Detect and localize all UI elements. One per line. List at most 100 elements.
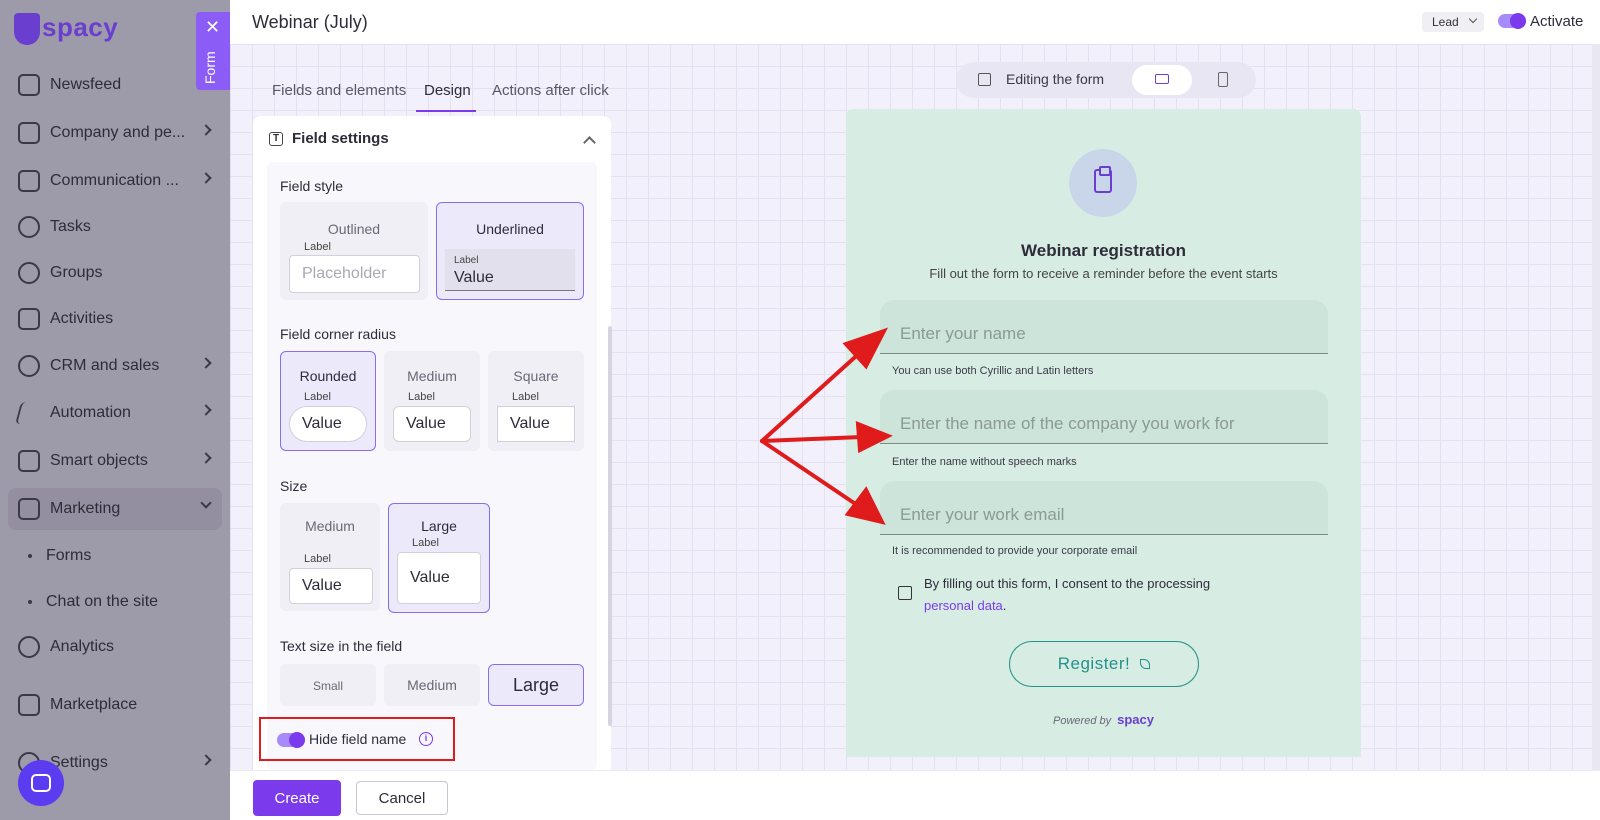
sidebar-item-activities[interactable]: Activities bbox=[18, 304, 218, 334]
option-rounded[interactable]: Rounded Label Value bbox=[280, 351, 376, 451]
email-field-hint: It is recommended to provide your corpor… bbox=[892, 545, 1138, 557]
laptop-icon bbox=[1155, 74, 1169, 84]
pencil-icon bbox=[978, 73, 991, 86]
chevron-right-icon bbox=[200, 172, 212, 184]
home-icon bbox=[18, 74, 40, 96]
chevron-right-icon bbox=[200, 452, 212, 464]
sidebar-item-analytics[interactable]: Analytics bbox=[18, 632, 218, 662]
option-text-medium[interactable]: Medium bbox=[384, 664, 480, 706]
size-title: Size bbox=[280, 478, 308, 494]
entity-select[interactable]: Lead bbox=[1422, 12, 1484, 32]
chart-icon bbox=[18, 636, 40, 658]
chevron-right-icon bbox=[200, 754, 212, 766]
chevron-down-icon bbox=[200, 497, 212, 509]
option-size-large[interactable]: Large Label Value bbox=[388, 503, 490, 613]
option-square[interactable]: Square Label Value bbox=[488, 351, 584, 451]
hide-field-name-toggle[interactable] bbox=[277, 732, 305, 748]
page-scrollbar[interactable] bbox=[1592, 44, 1600, 770]
create-button[interactable]: Create bbox=[253, 780, 341, 816]
desktop-view-button[interactable] bbox=[1132, 65, 1192, 95]
chevron-right-icon bbox=[200, 124, 212, 136]
sidebar-item-marketing[interactable]: Marketing bbox=[18, 494, 218, 524]
editor-toolbar: Editing the form bbox=[956, 62, 1256, 98]
cancel-button[interactable]: Cancel bbox=[356, 781, 448, 815]
tab-design[interactable]: Design bbox=[424, 82, 471, 99]
chat-icon bbox=[18, 170, 40, 192]
editing-form-label[interactable]: Editing the form bbox=[1006, 71, 1104, 87]
lightning-icon bbox=[15, 402, 43, 424]
chevron-right-icon bbox=[200, 357, 212, 369]
consent-checkbox[interactable] bbox=[898, 586, 912, 600]
sidebar-item-automation[interactable]: Automation bbox=[15, 398, 218, 428]
sidebar-subitem-forms[interactable]: Forms bbox=[28, 547, 91, 565]
sidebar-item-company[interactable]: Company and pe... bbox=[18, 118, 218, 148]
rocket-icon bbox=[1140, 659, 1151, 669]
option-text-small[interactable]: Small bbox=[280, 664, 376, 706]
building-icon bbox=[18, 122, 40, 144]
field-style-title: Field style bbox=[280, 178, 344, 194]
option-text-large[interactable]: Large bbox=[488, 664, 584, 706]
page-title: Webinar (July) bbox=[252, 12, 368, 32]
mobile-view-icon[interactable] bbox=[1218, 72, 1228, 87]
activate-label: Activate bbox=[1530, 13, 1584, 30]
text-size-title: Text size in the field bbox=[280, 638, 403, 654]
name-field-hint: You can use both Cyrillic and Latin lett… bbox=[892, 365, 1094, 377]
sidebar-item-newsfeed[interactable]: Newsfeed bbox=[18, 70, 218, 100]
clipboard-icon bbox=[1094, 166, 1112, 193]
app-logo[interactable]: spacy bbox=[14, 12, 118, 46]
logo-u-icon bbox=[14, 13, 40, 46]
form-title: Webinar registration bbox=[1021, 241, 1186, 260]
company-field[interactable]: Enter the name of the company you work f… bbox=[880, 390, 1328, 444]
chevron-right-icon bbox=[200, 404, 212, 416]
active-tab-indicator bbox=[416, 110, 476, 112]
corner-radius-title: Field corner radius bbox=[280, 326, 396, 342]
sidebar-item-smart-objects[interactable]: Smart objects bbox=[18, 446, 218, 476]
company-field-hint: Enter the name without speech marks bbox=[892, 456, 1077, 468]
sidebar-item-tasks[interactable]: Tasks bbox=[18, 212, 218, 242]
sidebar-item-groups[interactable]: Groups bbox=[18, 258, 218, 288]
chevron-down-icon bbox=[1468, 14, 1478, 24]
marketing-icon bbox=[18, 498, 40, 520]
users-icon bbox=[18, 262, 40, 284]
panel-header[interactable]: T Field settings bbox=[269, 130, 389, 147]
support-chat-button[interactable] bbox=[18, 760, 64, 806]
powered-logo: spacy bbox=[1117, 712, 1154, 727]
form-header-icon bbox=[1069, 149, 1137, 217]
panel-scrollbar[interactable] bbox=[608, 326, 612, 726]
info-icon[interactable]: i bbox=[419, 732, 433, 746]
form-tab-label: Form bbox=[202, 51, 218, 84]
form-preview: Webinar registration Fill out the form t… bbox=[846, 109, 1361, 757]
coins-icon bbox=[18, 355, 40, 377]
smart-object-icon bbox=[18, 450, 40, 472]
option-underlined[interactable]: Underlined Label Value bbox=[436, 202, 584, 300]
sidebar: spacy Newsfeed Company and pe... Communi… bbox=[0, 0, 230, 820]
option-medium-radius[interactable]: Medium Label Value bbox=[384, 351, 480, 451]
text-field-icon: T bbox=[269, 131, 283, 146]
register-button[interactable]: Register! bbox=[1009, 641, 1199, 687]
sidebar-item-crm[interactable]: CRM and sales bbox=[18, 351, 218, 381]
personal-data-link[interactable]: personal data bbox=[924, 598, 1003, 613]
powered-by: Powered by spacy bbox=[1053, 712, 1154, 727]
hide-field-name-label: Hide field name bbox=[309, 731, 407, 747]
chat-bubble-icon bbox=[31, 774, 51, 792]
chevron-up-icon[interactable] bbox=[583, 136, 596, 149]
form-subtitle: Fill out the form to receive a reminder … bbox=[929, 266, 1278, 281]
option-size-medium[interactable]: Medium Label Value bbox=[280, 503, 380, 611]
store-icon bbox=[18, 694, 40, 716]
calendar-icon bbox=[18, 308, 40, 330]
name-field[interactable]: Enter your name bbox=[880, 300, 1328, 354]
sidebar-item-marketplace[interactable]: Marketplace bbox=[18, 690, 218, 720]
top-bar: Webinar (July) Lead Activate bbox=[230, 0, 1600, 44]
close-icon[interactable]: ✕ bbox=[205, 18, 220, 36]
check-circle-icon bbox=[18, 216, 40, 238]
email-field[interactable]: Enter your work email bbox=[880, 481, 1328, 535]
tab-fields-elements[interactable]: Fields and elements bbox=[272, 82, 406, 99]
hide-field-name-highlight: Hide field name i bbox=[259, 717, 455, 761]
tab-actions-after-click[interactable]: Actions after click bbox=[492, 82, 609, 99]
sidebar-item-communication[interactable]: Communication ... bbox=[18, 166, 218, 196]
consent-text: By filling out this form, I consent to t… bbox=[924, 576, 1211, 613]
form-side-tab[interactable]: ✕ Form bbox=[196, 12, 230, 90]
option-outlined[interactable]: Outlined Label Placeholder bbox=[280, 202, 428, 300]
activate-toggle[interactable] bbox=[1498, 13, 1526, 29]
sidebar-subitem-chat[interactable]: Chat on the site bbox=[28, 593, 158, 611]
